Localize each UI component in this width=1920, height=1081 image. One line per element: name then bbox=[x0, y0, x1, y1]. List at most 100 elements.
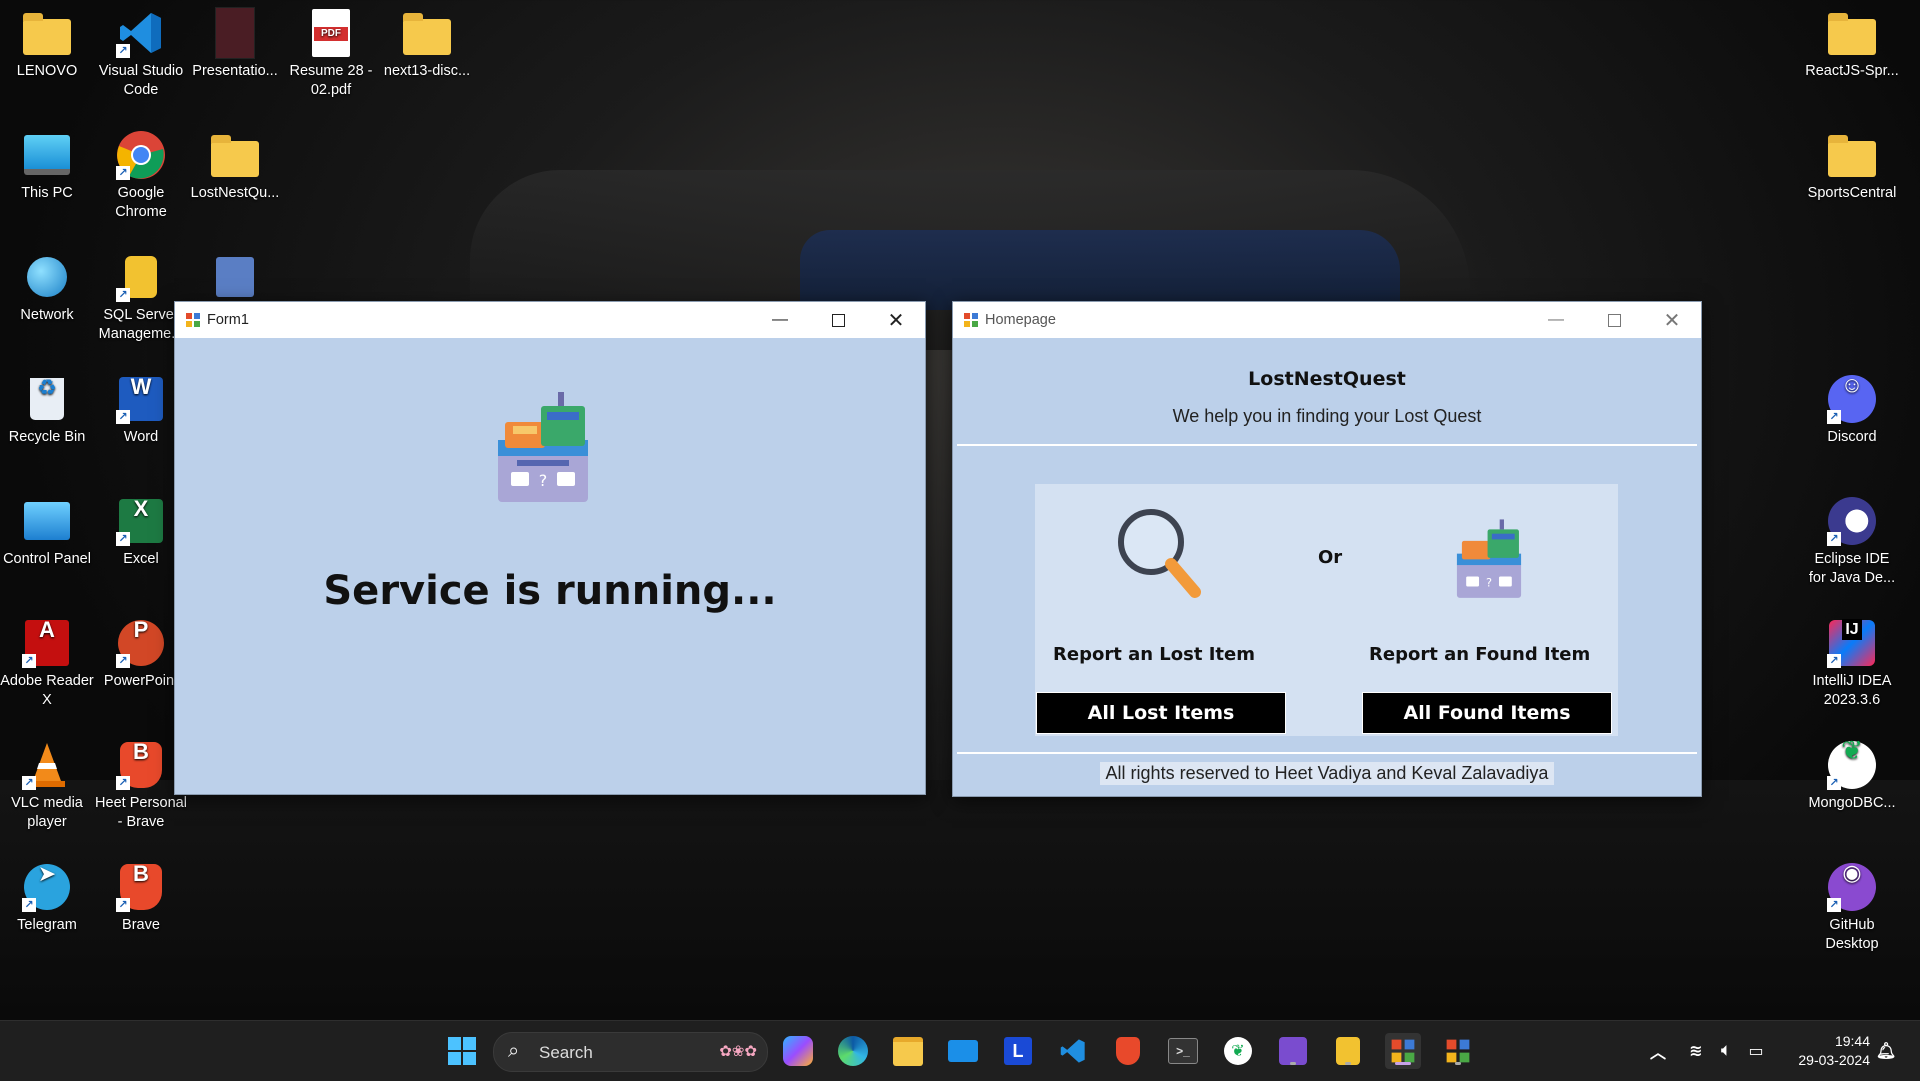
taskbar-form1-app[interactable] bbox=[1385, 1033, 1421, 1069]
magnifier-search-icon[interactable] bbox=[1115, 506, 1205, 601]
desktop-icon-next13-folder[interactable]: next13-disc... bbox=[380, 8, 474, 81]
maximize-icon bbox=[1607, 313, 1621, 327]
telegram-icon: ➤ ↗ bbox=[22, 862, 72, 912]
taskbar-visual-studio[interactable] bbox=[1275, 1033, 1311, 1069]
desktop-icon-brave[interactable]: B ↗ Brave bbox=[94, 862, 188, 935]
battery-status[interactable]: ▭ bbox=[1738, 1033, 1774, 1069]
desktop-icon-resume-pdf[interactable]: PDF Resume 28 - 02.pdf bbox=[284, 8, 378, 100]
monitor-icon bbox=[22, 130, 72, 180]
visual-studio-icon bbox=[1279, 1037, 1307, 1065]
desktop-icon-vlc[interactable]: ↗ VLC media player bbox=[0, 740, 94, 832]
vlc-cone-icon: ↗ bbox=[22, 740, 72, 790]
desktop-icon-eclipse[interactable]: ↗ Eclipse IDE for Java De... bbox=[1805, 496, 1899, 588]
taskbar-brave[interactable] bbox=[1110, 1033, 1146, 1069]
running-indicator bbox=[1455, 1062, 1461, 1065]
report-lost-item-link[interactable]: Report an Lost Item bbox=[1053, 644, 1255, 665]
mail-icon bbox=[948, 1040, 978, 1062]
desktop-icon-presentation[interactable]: Presentatio... bbox=[188, 7, 282, 81]
taskbar-vscode[interactable] bbox=[1055, 1033, 1091, 1069]
control-panel-icon bbox=[22, 496, 72, 546]
close-button[interactable]: ✕ bbox=[1643, 302, 1701, 338]
desktop-icon-control-panel[interactable]: Control Panel bbox=[0, 496, 94, 569]
maximize-button[interactable] bbox=[1585, 302, 1643, 338]
minimize-button[interactable]: — bbox=[1527, 302, 1585, 338]
close-button[interactable]: ✕ bbox=[867, 302, 925, 338]
wallpaper-car-window bbox=[800, 230, 1400, 310]
github-icon: ◉ ↗ bbox=[1827, 862, 1877, 912]
taskbar-edge[interactable] bbox=[835, 1033, 871, 1069]
desktop-icon-vscode[interactable]: ↗ Visual Studio Code bbox=[94, 8, 188, 100]
taskbar-homepage-app[interactable] bbox=[1440, 1033, 1476, 1069]
chrome-icon: ↗ bbox=[116, 130, 166, 180]
desktop-icon-discord[interactable]: ☺ ↗ Discord bbox=[1805, 374, 1899, 447]
wifi-icon: ≋ bbox=[1689, 1043, 1703, 1060]
start-button[interactable] bbox=[444, 1033, 480, 1069]
battery-icon: ▭ bbox=[1748, 1043, 1764, 1060]
search-highlight-icon: ✿❀✿ bbox=[719, 1043, 757, 1060]
taskbar-search-box[interactable]: ⌕ Search ✿❀✿ bbox=[493, 1032, 768, 1072]
recycle-bin-icon: ♻ bbox=[22, 374, 72, 424]
network-globe-icon bbox=[22, 252, 72, 302]
homepage-header: LostNestQuest We help you in finding you… bbox=[957, 346, 1697, 446]
report-found-item-link[interactable]: Report an Found Item bbox=[1369, 644, 1590, 665]
all-lost-items-button[interactable]: All Lost Items bbox=[1036, 692, 1286, 734]
folder-icon bbox=[402, 8, 452, 58]
powerpoint-icon: P ↗ bbox=[116, 618, 166, 668]
desktop-icon-network[interactable]: Network bbox=[0, 252, 94, 325]
desktop-icon-reactjs-folder[interactable]: ReactJS-Spr... bbox=[1805, 8, 1899, 81]
presentation-file-icon bbox=[210, 7, 260, 59]
show-hidden-icons-button[interactable]: ︿ bbox=[1640, 1033, 1676, 1069]
brave-lion-icon: B ↗ bbox=[116, 862, 166, 912]
desktop-icon-intellij[interactable]: IJ ↗ IntelliJ IDEA 2023.3.6 bbox=[1805, 618, 1899, 710]
desktop-icon-this-pc[interactable]: This PC bbox=[0, 130, 94, 203]
svg-text:?: ? bbox=[539, 471, 548, 490]
all-found-items-button[interactable]: All Found Items bbox=[1362, 692, 1612, 734]
desktop-icon-chrome[interactable]: ↗ Google Chrome bbox=[94, 130, 188, 222]
folder-icon bbox=[1827, 130, 1877, 180]
form1-title: Form1 bbox=[207, 312, 249, 328]
desktop-icon-lostnestquest-folder[interactable]: LostNestQu... bbox=[188, 130, 282, 203]
service-status-text: Service is running... bbox=[323, 568, 777, 614]
homepage-title: Homepage bbox=[985, 312, 1056, 328]
form1-titlebar[interactable]: Form1 — ✕ bbox=[175, 302, 925, 338]
desktop-icon-lostnestquest-app[interactable] bbox=[188, 252, 282, 306]
desktop-icon-github-desktop[interactable]: ◉ ↗ GitHub Desktop bbox=[1805, 862, 1899, 954]
brave-profile-icon: B ↗ bbox=[116, 740, 166, 790]
minimize-button[interactable]: — bbox=[751, 302, 809, 338]
or-label: Or bbox=[1318, 547, 1343, 568]
file-explorer-icon bbox=[893, 1036, 923, 1066]
eclipse-icon: ↗ bbox=[1827, 496, 1877, 546]
desktop-icon-mongodb-compass[interactable]: ❦ ↗ MongoDBC... bbox=[1805, 737, 1899, 813]
user-folder-icon bbox=[22, 8, 72, 58]
windows-logo-icon bbox=[448, 1037, 476, 1065]
taskbar-mongodb[interactable]: ❦ bbox=[1220, 1033, 1256, 1069]
discord-icon: ☺ ↗ bbox=[1827, 374, 1877, 424]
desktop-icon-sportscentral-folder[interactable]: SportsCentral bbox=[1805, 130, 1899, 203]
desktop-icon-recycle-bin[interactable]: ♻ Recycle Bin bbox=[0, 374, 94, 447]
taskbar-sql-server[interactable] bbox=[1330, 1033, 1366, 1069]
taskbar-clock[interactable]: 19:44 29-03-2024 bbox=[1798, 1032, 1870, 1070]
copyright-text: All rights reserved to Heet Vadiya and K… bbox=[1099, 762, 1555, 785]
taskbar-terminal[interactable]: >_ bbox=[1165, 1033, 1201, 1069]
adobe-reader-icon: A ↗ bbox=[22, 618, 72, 668]
homepage-titlebar[interactable]: Homepage — ✕ bbox=[953, 302, 1701, 338]
desktop-icon-adobe-reader[interactable]: A ↗ Adobe Reader X bbox=[0, 618, 94, 710]
maximize-button[interactable] bbox=[809, 302, 867, 338]
taskbar-lenovo-app[interactable]: L bbox=[1000, 1033, 1036, 1069]
minimize-icon: — bbox=[772, 311, 788, 328]
vscode-icon bbox=[1060, 1039, 1085, 1063]
edge-icon bbox=[838, 1036, 868, 1066]
taskbar-file-explorer[interactable] bbox=[890, 1033, 926, 1069]
folder-icon bbox=[210, 130, 260, 180]
notifications-button[interactable]: 🔔︎ bbox=[1868, 1033, 1904, 1069]
lost-found-box-icon bbox=[210, 252, 260, 302]
wallpaper-road bbox=[0, 780, 1920, 1020]
desktop-icon-lenovo[interactable]: LENOVO bbox=[0, 8, 94, 81]
desktop-icon-telegram[interactable]: ➤ ↗ Telegram bbox=[0, 862, 94, 935]
taskbar-copilot[interactable] bbox=[780, 1033, 816, 1069]
taskbar-mail[interactable] bbox=[945, 1033, 981, 1069]
lost-found-box-icon[interactable]: ? bbox=[1453, 518, 1525, 600]
running-indicator bbox=[1290, 1062, 1296, 1065]
pdf-file-icon: PDF bbox=[306, 8, 356, 58]
word-icon: W ↗ bbox=[116, 374, 166, 424]
